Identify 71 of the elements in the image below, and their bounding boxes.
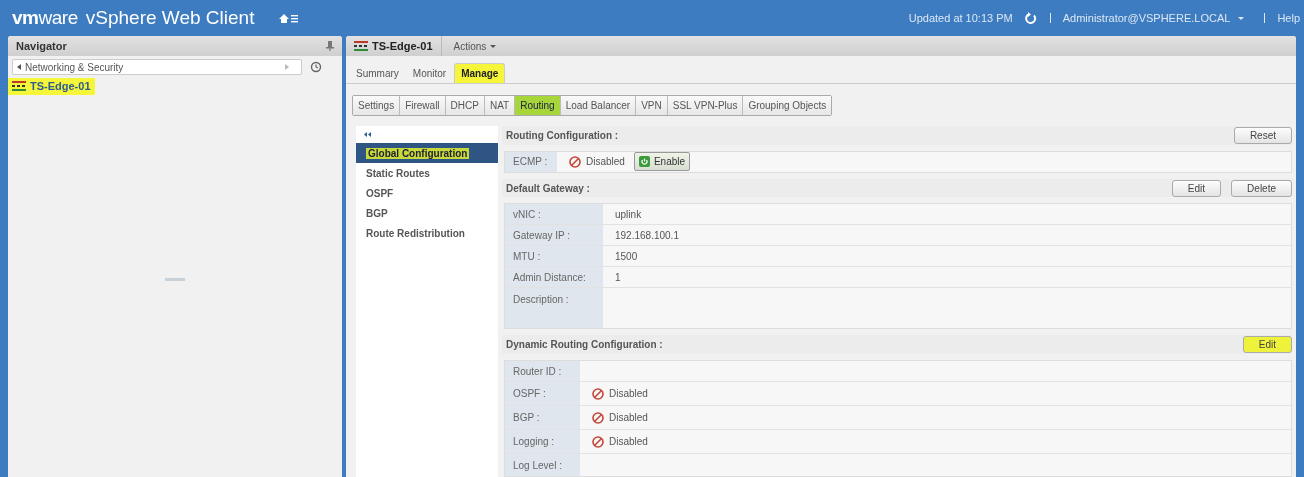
field-label: Logging : xyxy=(513,435,555,449)
disabled-icon xyxy=(592,387,604,400)
section-title: Routing Configuration : xyxy=(506,128,620,143)
tab[interactable]: Summary xyxy=(350,63,405,83)
edge-icon xyxy=(12,81,26,92)
caret-icon[interactable] xyxy=(1238,16,1245,20)
disabled-icon xyxy=(569,155,581,168)
edge-icon xyxy=(354,41,368,51)
pin-icon[interactable] xyxy=(326,41,334,51)
actions-menu[interactable]: Actions xyxy=(453,38,497,54)
subtab[interactable]: SSL VPN-Plus xyxy=(667,96,744,115)
home-menu-icon[interactable] xyxy=(278,12,300,24)
status-value: Disabled xyxy=(592,386,648,401)
breadcrumb-back-button[interactable]: Networking & Security xyxy=(12,59,302,75)
field-label: ECMP : xyxy=(513,155,548,170)
subtab[interactable]: Settings xyxy=(353,96,401,115)
field-label: Gateway IP : xyxy=(513,228,571,243)
panel-title: Navigator xyxy=(16,38,67,54)
help-link[interactable]: Help xyxy=(1277,9,1300,27)
side-nav-item[interactable]: Static Routes xyxy=(356,163,498,183)
back-arrow-icon xyxy=(17,64,21,70)
user-menu[interactable]: Administrator@VSPHERE.LOCAL xyxy=(1062,9,1231,27)
field-value: 1 xyxy=(615,270,621,285)
subtab[interactable]: Grouping Objects xyxy=(743,96,832,115)
field-value: 192.168.100.1 xyxy=(615,228,679,243)
field-label: Router ID : xyxy=(513,364,562,379)
disabled-icon xyxy=(592,435,604,448)
field-value: 1500 xyxy=(615,249,638,264)
vmware-logo: vmware xyxy=(12,5,78,30)
field-label: MTU : xyxy=(513,249,541,264)
field-label: Description : xyxy=(513,293,569,308)
field-value: uplink xyxy=(615,207,642,222)
section-button[interactable]: Delete xyxy=(1231,179,1292,197)
forward-arrow-icon xyxy=(285,64,289,70)
field-label: vNIC : xyxy=(513,207,541,222)
object-title: TS-Edge-01 xyxy=(372,38,433,54)
tab[interactable]: Manage xyxy=(454,63,506,83)
subtab[interactable]: Load Balancer xyxy=(560,96,637,115)
section-title: Default Gateway : xyxy=(506,181,591,196)
side-nav-item[interactable]: Route Redistribution xyxy=(356,223,498,243)
field-label: Log Level : xyxy=(513,458,562,473)
section-button[interactable]: Edit xyxy=(1242,336,1292,354)
section-button[interactable]: Edit xyxy=(1171,179,1222,197)
status-value: Disabled xyxy=(592,410,648,425)
section-title: Dynamic Routing Configuration : xyxy=(506,338,664,353)
field-label: BGP : xyxy=(513,411,540,425)
subtab[interactable]: Routing xyxy=(515,96,561,115)
subtab[interactable]: NAT xyxy=(484,96,516,115)
splitter-handle[interactable] xyxy=(165,278,185,282)
side-nav-item[interactable]: OSPF xyxy=(356,183,498,203)
side-nav-item[interactable]: Global Configuration xyxy=(356,143,498,163)
subtab[interactable]: DHCP xyxy=(445,96,485,115)
enable-button[interactable]: Enable xyxy=(633,152,691,172)
section-button[interactable]: Reset xyxy=(1233,126,1292,144)
status-value: Disabled xyxy=(592,434,648,449)
tab[interactable]: Monitor xyxy=(406,63,453,83)
field-label: OSPF : xyxy=(513,387,546,401)
caret-icon xyxy=(490,44,497,48)
subtab[interactable]: VPN xyxy=(636,96,668,115)
tree-item[interactable]: TS-Edge-01 xyxy=(8,78,95,95)
history-icon[interactable] xyxy=(310,61,322,73)
refresh-icon[interactable] xyxy=(1024,11,1038,25)
collapse-icon[interactable] xyxy=(364,132,371,137)
product-title: vSphere Web Client xyxy=(85,5,255,30)
subtab[interactable]: Firewall xyxy=(400,96,446,115)
status-value: Disabled xyxy=(569,154,625,170)
field-label: Admin Distance: xyxy=(513,270,586,285)
side-nav-item[interactable]: BGP xyxy=(356,203,498,223)
disabled-icon xyxy=(592,411,604,424)
power-icon xyxy=(638,156,650,168)
updated-time: Updated at 10:13 PM xyxy=(908,10,1013,26)
